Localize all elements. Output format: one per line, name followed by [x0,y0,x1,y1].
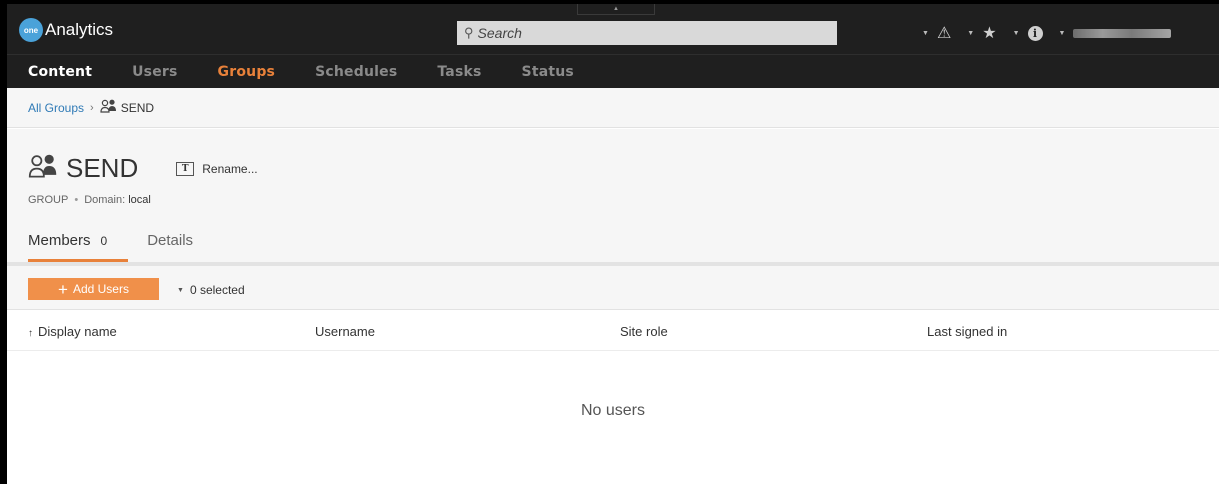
user-menu[interactable]: ▼ [1058,28,1172,38]
page-title: SEND [66,153,139,183]
chevron-down-icon: ▼ [1012,29,1020,37]
breadcrumb-all-groups[interactable]: All Groups [28,101,84,115]
search-box[interactable]: ⚲ [457,21,837,45]
column-last-signed-in[interactable]: Last signed in [927,324,1007,339]
members-table-body: No users [7,352,1219,484]
app-logo[interactable]: one Analytics [19,18,113,42]
redacted-username [1073,28,1172,38]
group-icon [100,99,117,116]
domain-label: Domain: [84,194,126,206]
column-username[interactable]: Username [315,324,375,339]
meta-bullet: • [74,194,79,206]
selected-count: 0 selected [189,283,245,297]
nav-status[interactable]: Status [522,64,574,80]
nav-tasks[interactable]: Tasks [437,64,481,80]
chevron-down-icon: ▼ [1058,29,1066,37]
alert-warning-icon: ⚠ [936,25,952,42]
group-type: GROUP [28,194,69,206]
domain-value: local [128,194,151,206]
title-row: SEND T Rename... [28,153,258,184]
empty-state-message: No users [580,402,646,419]
tab-members-count: 0 [100,234,108,248]
rename-button[interactable]: T Rename... [176,161,258,176]
top-bar: one Analytics ▲ ⚲ ▼ ⚠ ▼ ★ ▼ i ▼ [7,4,1219,54]
tab-bar: Members 0 Details [28,232,193,262]
add-users-label: Add Users [72,282,129,296]
logo-badge-icon: one [19,18,43,42]
selection-dropdown[interactable]: ▼ 0 selected [177,283,245,297]
add-users-button[interactable]: + Add Users [28,278,159,300]
alerts-menu[interactable]: ▼ ⚠ [922,23,951,43]
nav-groups[interactable]: Groups [218,64,276,80]
members-toolbar: + Add Users ▼ 0 selected [7,266,1219,310]
nav-users[interactable]: Users [132,64,177,80]
chevron-down-icon: ▼ [177,286,184,294]
info-icon: i [1027,25,1043,41]
tab-details-label: Details [147,232,194,249]
nav-schedules[interactable]: Schedules [315,64,397,80]
breadcrumb-separator: › [90,101,94,114]
column-display-name[interactable]: ↑ Display name [28,324,117,339]
column-site-role[interactable]: Site role [620,324,668,339]
tab-details[interactable]: Details [147,232,193,262]
group-meta: GROUP • Domain: local [28,194,151,206]
favorites-menu[interactable]: ▼ ★ [967,23,996,43]
chevron-down-icon: ▼ [922,29,929,37]
members-table-header: ↑ Display name Username Site role Last si… [7,311,1219,351]
breadcrumb-current: SEND [120,100,155,115]
search-input[interactable] [477,25,818,41]
collapse-header-handle[interactable]: ▲ [577,4,655,15]
chevron-down-icon: ▼ [967,29,975,37]
plus-icon: + [58,279,68,299]
nav-content[interactable]: Content [28,64,92,80]
app-title: Analytics [45,20,114,39]
tab-members-label: Members [28,232,91,249]
column-display-name-label: Display name [38,324,117,339]
group-header: SEND T Rename... GROUP • Domain: local Mem… [7,129,1219,262]
rename-label: Rename... [202,161,258,176]
main-nav: Content Users Groups Schedules Tasks Sta… [7,54,1219,88]
window-frame-left [0,0,7,484]
search-icon: ⚲ [464,25,474,40]
group-icon [28,153,58,184]
sort-ascending-icon: ↑ [28,328,33,339]
star-icon: ★ [982,25,997,42]
top-icon-group: ▼ ⚠ ▼ ★ ▼ i ▼ [922,22,1187,44]
rename-text-icon: T [176,161,195,176]
help-menu[interactable]: ▼ i [1012,25,1043,41]
tab-members[interactable]: Members 0 [28,232,129,262]
window-frame-top [0,0,1219,4]
breadcrumb: All Groups › SEND [7,88,1219,128]
